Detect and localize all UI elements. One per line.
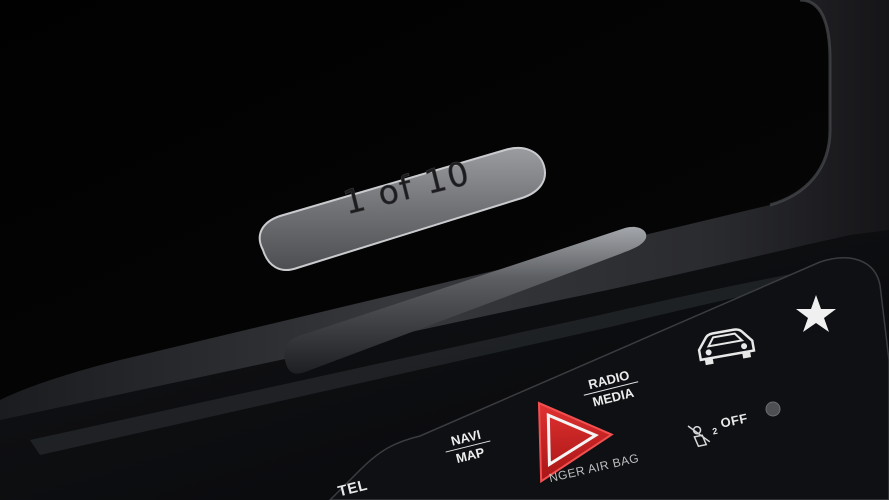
- indicator-led: [765, 401, 781, 417]
- car-dashboard-photo: 1 of 10 NAVI MAP RADIO MEDIA 2 OFF NGER …: [0, 0, 889, 500]
- airbag-sub-label: 2: [711, 425, 719, 437]
- dashboard-scene: [0, 0, 889, 500]
